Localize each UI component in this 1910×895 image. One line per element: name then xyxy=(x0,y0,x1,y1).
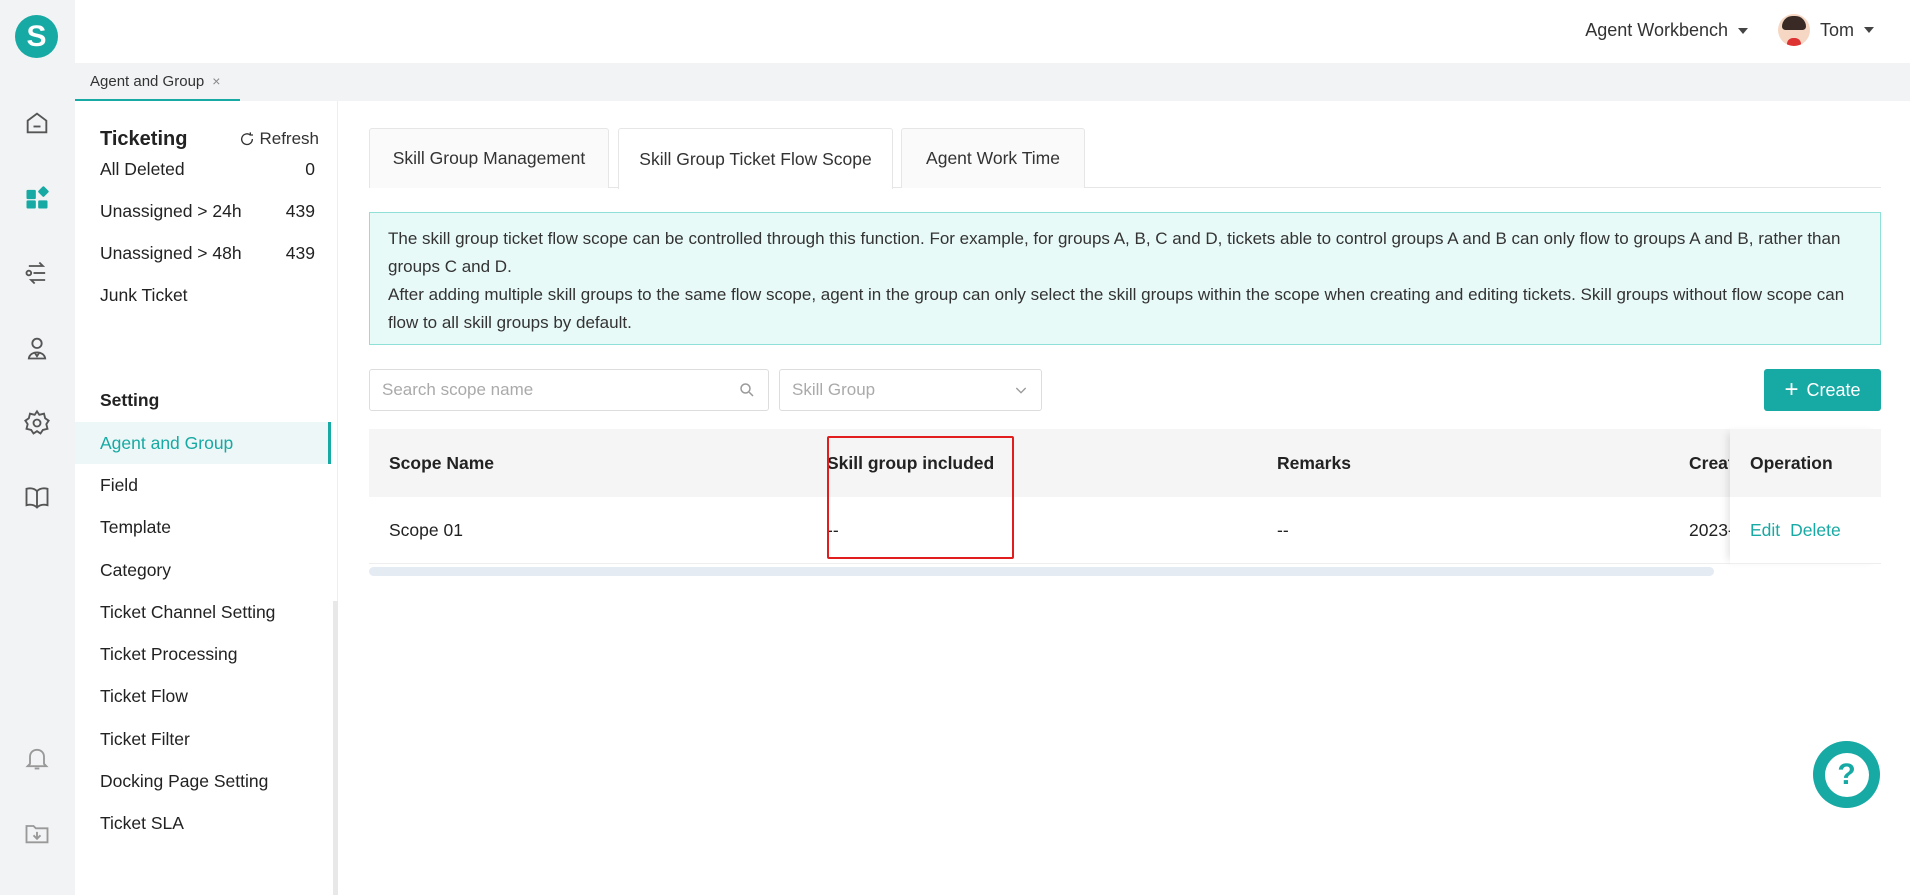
side-menu-title: Ticketing xyxy=(100,128,188,150)
tab-label: Skill Group Ticket Flow Scope xyxy=(639,148,872,169)
sidebar-item-unassigned-48h[interactable]: Unassigned > 48h 439 xyxy=(100,243,315,264)
app-logo[interactable]: S xyxy=(15,15,58,58)
sidebar-item-ticket-sla[interactable]: Ticket SLA xyxy=(100,813,315,834)
tab-skill-group-management[interactable]: Skill Group Management xyxy=(369,128,609,188)
sidebar-item-count: 439 xyxy=(285,201,315,221)
agent-icon[interactable] xyxy=(22,333,52,363)
user-menu[interactable]: Tom xyxy=(1777,14,1874,46)
select-placeholder: Skill Group xyxy=(792,380,876,399)
create-label: Create xyxy=(1806,379,1861,400)
sidebar-item-count: 439 xyxy=(285,243,315,263)
sidebar-item-label: Junk Ticket xyxy=(100,285,188,305)
left-rail: S xyxy=(0,0,75,895)
delete-link[interactable]: Delete xyxy=(1790,520,1841,541)
table-horizontal-scrollbar[interactable] xyxy=(369,567,1714,576)
tab-bar: Skill Group Management Skill Group Ticke… xyxy=(369,128,1881,189)
workbench-label: Agent Workbench xyxy=(1585,20,1728,40)
chevron-down-icon xyxy=(1864,27,1874,33)
sidebar-item-label: Unassigned > 48h xyxy=(100,243,242,263)
sidebar-item-all-deleted[interactable]: All Deleted 0 xyxy=(100,159,315,180)
table-header: Scope Name Skill group included Remarks … xyxy=(369,429,1881,497)
main-content: Skill Group Management Skill Group Ticke… xyxy=(338,101,1910,895)
tab-skill-group-ticket-flow-scope[interactable]: Skill Group Ticket Flow Scope xyxy=(618,128,893,189)
refresh-icon xyxy=(241,132,254,146)
notice-text-2: After adding multiple skill groups to th… xyxy=(388,285,1845,332)
sidebar-item-label: Ticket Channel Setting xyxy=(100,602,276,622)
page-tab-strip: Agent and Group × xyxy=(75,63,1910,101)
operation-column: Operation Edit Delete xyxy=(1730,429,1881,564)
highlight-box xyxy=(827,436,1014,559)
tab-label: Agent Work Time xyxy=(926,148,1060,168)
avatar xyxy=(1777,14,1810,46)
column-header-operation: Operation xyxy=(1730,429,1881,497)
column-header-scope-name[interactable]: Scope Name xyxy=(389,429,494,497)
sidebar-item-docking-page-setting[interactable]: Docking Page Setting xyxy=(100,771,315,792)
flow-icon[interactable] xyxy=(22,258,52,288)
home-icon[interactable] xyxy=(22,108,52,138)
sidebar-item-label: Field xyxy=(100,475,138,495)
skill-group-select[interactable]: Skill Group xyxy=(779,369,1042,411)
column-header-created[interactable]: Creat xyxy=(1689,429,1729,497)
page-tab-agent-and-group[interactable]: Agent and Group × xyxy=(75,63,240,101)
question-icon: ? xyxy=(1824,752,1869,797)
sidebar-item-ticket-flow[interactable]: Ticket Flow xyxy=(100,686,315,707)
notice-text-1: The skill group ticket flow scope can be… xyxy=(388,229,1841,276)
chevron-down-icon xyxy=(1015,387,1027,394)
sidebar-item-ticket-channel-setting[interactable]: Ticket Channel Setting xyxy=(100,602,315,623)
cell-scope-name: Scope 01 xyxy=(389,519,463,540)
sidebar-item-agent-and-group[interactable]: Agent and Group xyxy=(75,422,331,464)
sidebar-item-label: Template xyxy=(100,517,172,537)
search-placeholder: Search scope name xyxy=(382,380,534,399)
sidebar-item-label: All Deleted xyxy=(100,159,185,179)
search-icon xyxy=(740,383,754,397)
sidebar-item-category[interactable]: Category xyxy=(100,560,315,581)
tab-label: Skill Group Management xyxy=(392,148,586,168)
close-icon[interactable]: × xyxy=(212,73,220,89)
operation-cell: Edit Delete xyxy=(1730,497,1881,564)
dashboard-icon[interactable] xyxy=(22,183,52,213)
create-button[interactable]: + Create xyxy=(1764,369,1881,411)
table-row[interactable]: Scope 01 -- -- 2023- xyxy=(369,497,1881,564)
bell-icon[interactable] xyxy=(22,743,52,773)
settings-icon[interactable] xyxy=(22,408,52,438)
cell-created: 2023- xyxy=(1689,519,1734,540)
column-header-remarks[interactable]: Remarks xyxy=(1277,429,1351,497)
section-title-setting: Setting xyxy=(100,390,160,410)
book-icon[interactable] xyxy=(22,482,52,512)
sidebar-item-count: 0 xyxy=(305,159,315,179)
sidebar-item-junk-ticket[interactable]: Junk Ticket xyxy=(100,285,315,306)
scope-table: Scope Name Skill group included Remarks … xyxy=(369,429,1881,569)
cell-remarks: -- xyxy=(1277,519,1289,540)
help-button[interactable]: ? xyxy=(1813,741,1880,808)
tab-agent-work-time[interactable]: Agent Work Time xyxy=(901,128,1085,188)
sidebar-item-unassigned-24h[interactable]: Unassigned > 24h 439 xyxy=(100,201,315,222)
edit-link[interactable]: Edit xyxy=(1750,520,1780,541)
plus-icon: + xyxy=(1784,376,1799,403)
sidebar-item-label: Ticket Processing xyxy=(100,644,238,664)
sidebar-item-label: Ticket SLA xyxy=(100,813,184,833)
refresh-label: Refresh xyxy=(259,129,319,148)
sidebar-item-field[interactable]: Field xyxy=(100,475,315,496)
sidebar-item-label: Unassigned > 24h xyxy=(100,201,242,221)
sidebar-item-label: Ticket Filter xyxy=(100,729,190,749)
sidebar-item-label: Ticket Flow xyxy=(100,686,188,706)
sidebar-item-label: Category xyxy=(100,560,172,580)
search-input[interactable]: Search scope name xyxy=(369,369,769,411)
side-menu: Ticketing Refresh All Deleted 0 Unassign… xyxy=(75,101,338,895)
download-folder-icon[interactable] xyxy=(22,818,52,848)
refresh-button[interactable]: Refresh xyxy=(239,129,319,149)
top-bar: Agent Workbench Tom xyxy=(75,0,1910,63)
workbench-dropdown[interactable]: Agent Workbench xyxy=(1585,20,1748,41)
info-notice: The skill group ticket flow scope can be… xyxy=(369,212,1881,345)
sidebar-item-ticket-filter[interactable]: Ticket Filter xyxy=(100,729,315,750)
sidebar-item-label: Docking Page Setting xyxy=(100,771,269,791)
page-tab-label: Agent and Group xyxy=(90,72,205,90)
sidebar-item-label: Agent and Group xyxy=(100,432,234,453)
user-name: Tom xyxy=(1819,19,1854,40)
sidebar-item-ticket-processing[interactable]: Ticket Processing xyxy=(100,644,315,665)
chevron-down-icon xyxy=(1738,27,1748,34)
sidebar-item-template[interactable]: Template xyxy=(100,517,315,538)
